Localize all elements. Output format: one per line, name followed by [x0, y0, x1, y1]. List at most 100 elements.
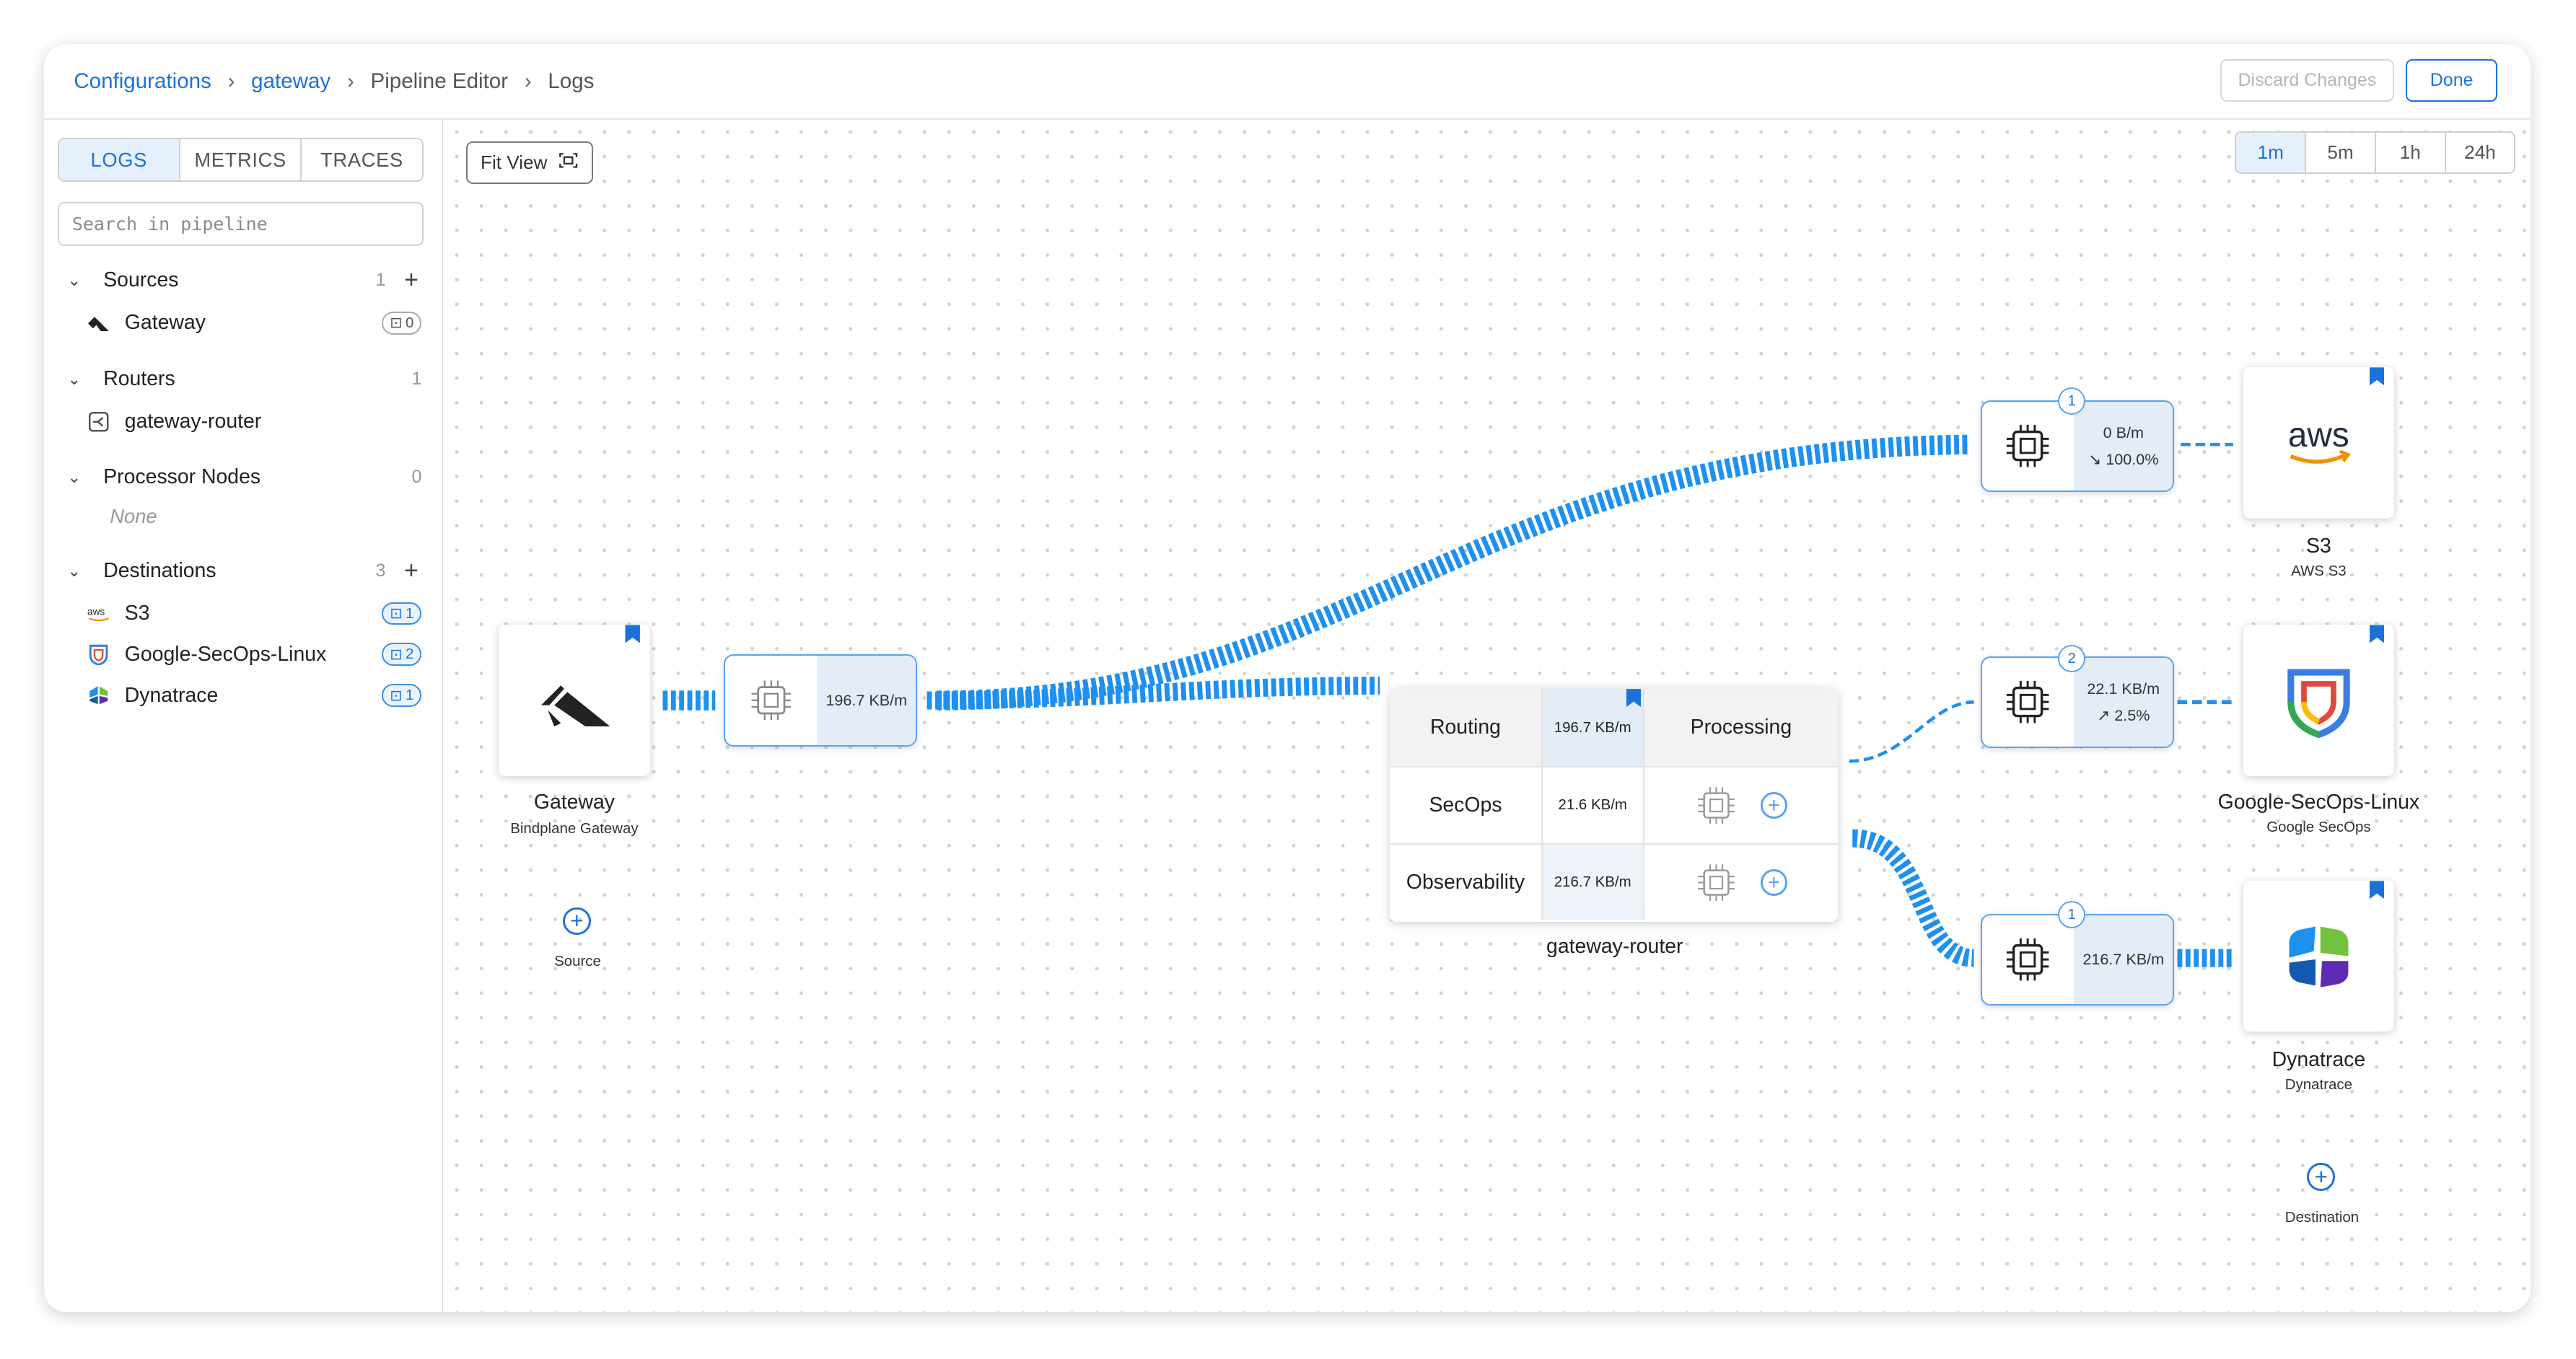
chevron-down-icon: ⌄	[67, 467, 82, 487]
source-processor-node[interactable]: 196.7 KB/m	[723, 654, 918, 747]
time-option-24h[interactable]: 24h	[2446, 133, 2515, 172]
add-processor-button[interactable]: +	[1761, 869, 1787, 896]
section-destinations-label: Destinations	[103, 558, 216, 582]
dynatrace-icon	[87, 684, 110, 707]
sidebar-item-label: Gateway	[124, 311, 206, 335]
add-source-plus-icon[interactable]: +	[404, 266, 419, 294]
edge-route-s3	[937, 434, 1971, 711]
destination-subtitle: Google SecOps	[2266, 818, 2371, 835]
processor-count-badge: ⊡ 1	[382, 684, 422, 708]
time-range-selector: 1m 5m 1h 24h	[2235, 131, 2516, 175]
destination-node-dynatrace[interactable]	[2243, 881, 2395, 1032]
chevron-down-icon: ⌄	[67, 560, 82, 580]
sidebar-item-dynatrace[interactable]: Dynatrace ⊡ 1	[87, 680, 422, 712]
fit-view-icon	[558, 151, 578, 174]
processor-chip-icon	[725, 656, 817, 744]
bookmark-icon	[2369, 881, 2385, 900]
destination-node-google-secops[interactable]	[2243, 625, 2395, 776]
tab-metrics[interactable]: METRICS	[180, 139, 302, 181]
route-label: Observability	[1390, 844, 1543, 920]
processor-icon: ⊡	[390, 315, 403, 332]
sidebar-item-gateway-router[interactable]: gateway-router	[87, 405, 422, 438]
processor-metric: 196.7 KB/m	[817, 656, 916, 745]
processor-chip-icon	[1982, 402, 2074, 491]
section-destinations[interactable]: ⌄ Destinations 3 +	[67, 555, 425, 587]
google-secops-logo-icon	[2287, 669, 2350, 739]
breadcrumb-logs: Logs	[548, 69, 595, 93]
time-option-1h[interactable]: 1h	[2376, 132, 2446, 173]
add-destination-plus-icon[interactable]: +	[404, 557, 419, 585]
bookmark-icon	[2369, 367, 2385, 386]
aws-icon: aws	[87, 602, 110, 625]
trend-down-icon: ↘	[2088, 450, 2102, 469]
add-destination-button[interactable]: +	[2307, 1163, 2336, 1192]
processor-icon: ⊡	[390, 646, 403, 663]
processor-count-badge: ⊡ 0	[382, 312, 422, 335]
router-name: gateway-router	[1546, 935, 1683, 959]
route-row-observability[interactable]: Observability 216.7 KB/m +	[1390, 843, 1839, 920]
sidebar-item-google-secops-linux[interactable]: Google-SecOps-Linux ⊡ 2	[87, 638, 422, 671]
source-node-gateway[interactable]	[499, 625, 650, 776]
dest-processor-s3[interactable]: 0 B/m ↘ 100.0%	[1980, 400, 2175, 493]
trend-up-icon: ↗	[2097, 706, 2111, 724]
time-option-1m[interactable]: 1m	[2236, 132, 2307, 173]
tab-traces[interactable]: TRACES	[302, 139, 421, 180]
pipeline-canvas[interactable]: Fit View 1m 5m 1h 24h Gateway Bindplane …	[444, 120, 2531, 1313]
time-option-5m[interactable]: 5m	[2306, 132, 2376, 173]
sidebar-item-s3[interactable]: aws S3 ⊡ 1	[87, 597, 422, 630]
add-processor-button[interactable]: +	[1761, 792, 1787, 819]
breadcrumb-gateway[interactable]: gateway	[251, 69, 330, 94]
telemetry-tabs: LOGS METRICS TRACES	[57, 138, 424, 182]
edge-route-observability	[1852, 829, 1975, 967]
section-sources[interactable]: ⌄ Sources 1 +	[67, 264, 425, 296]
section-processors-label: Processor Nodes	[103, 465, 261, 489]
processor-icon: ⊡	[390, 687, 403, 704]
google-secops-icon	[87, 643, 110, 666]
router-header-row: Routing 196.7 KB/m Processing	[1390, 689, 1839, 767]
section-sources-label: Sources	[103, 268, 179, 292]
processor-icon: ⊡	[390, 605, 403, 622]
routing-header: Routing	[1390, 689, 1543, 767]
destination-subtitle: AWS S3	[2291, 563, 2347, 580]
bookmark-icon	[2369, 625, 2385, 643]
chevron-right-icon: ›	[227, 69, 235, 93]
discard-changes-button[interactable]: Discard Changes	[2220, 58, 2394, 102]
breadcrumb-configurations[interactable]: Configurations	[74, 69, 211, 94]
section-routers[interactable]: ⌄ Routers 1	[67, 363, 425, 395]
section-processor-nodes[interactable]: ⌄ Processor Nodes 0	[67, 461, 425, 493]
add-source-button[interactable]: +	[563, 907, 591, 936]
destination-node-s3[interactable]: aws	[2243, 367, 2395, 519]
processor-chip-icon	[1982, 915, 2074, 1004]
breadcrumb: Configurations › gateway › Pipeline Edit…	[74, 69, 594, 94]
processor-chip-icon	[1698, 787, 1735, 824]
fit-view-button[interactable]: Fit View	[465, 141, 593, 184]
add-destination-label: Destination	[2284, 1209, 2360, 1226]
breadcrumb-pipeline-editor: Pipeline Editor	[370, 69, 509, 93]
done-button[interactable]: Done	[2405, 58, 2498, 102]
source-node-title: Gateway	[533, 791, 615, 814]
sidebar-item-label: S3	[124, 602, 150, 625]
dest-processor-dynatrace[interactable]: 216.7 KB/m	[1980, 913, 2175, 1006]
processor-chip-icon	[1982, 658, 2074, 747]
processing-header: Processing	[1690, 716, 1792, 739]
bindplane-logo-icon	[541, 685, 610, 727]
svg-text:aws: aws	[2288, 417, 2349, 454]
pipeline-search-input[interactable]	[57, 201, 424, 247]
destination-title: Google-SecOps-Linux	[2217, 791, 2420, 814]
route-row-secops[interactable]: SecOps 21.6 KB/m +	[1390, 766, 1839, 843]
sources-count: 1	[375, 270, 386, 291]
processors-empty-text: None	[110, 505, 157, 528]
sidebar: LOGS METRICS TRACES ⌄ Sources 1 + Gatewa…	[44, 120, 444, 1313]
processor-count-badge: ⊡ 2	[382, 643, 422, 667]
processor-chip-icon	[1698, 864, 1735, 901]
tab-logs[interactable]: LOGS	[58, 139, 180, 181]
sidebar-item-gateway[interactable]: Gateway ⊡ 0	[87, 307, 422, 339]
router-icon	[87, 410, 110, 434]
section-routers-label: Routers	[103, 366, 175, 390]
aws-logo-icon: aws	[2288, 417, 2351, 464]
add-source-label: Source	[554, 953, 601, 970]
router-node-gateway-router[interactable]: Routing 196.7 KB/m Processing SecOps 21.…	[1390, 689, 1839, 923]
dynatrace-logo-icon	[2289, 926, 2349, 988]
fit-view-label: Fit View	[481, 151, 548, 173]
chevron-right-icon: ›	[524, 69, 532, 93]
